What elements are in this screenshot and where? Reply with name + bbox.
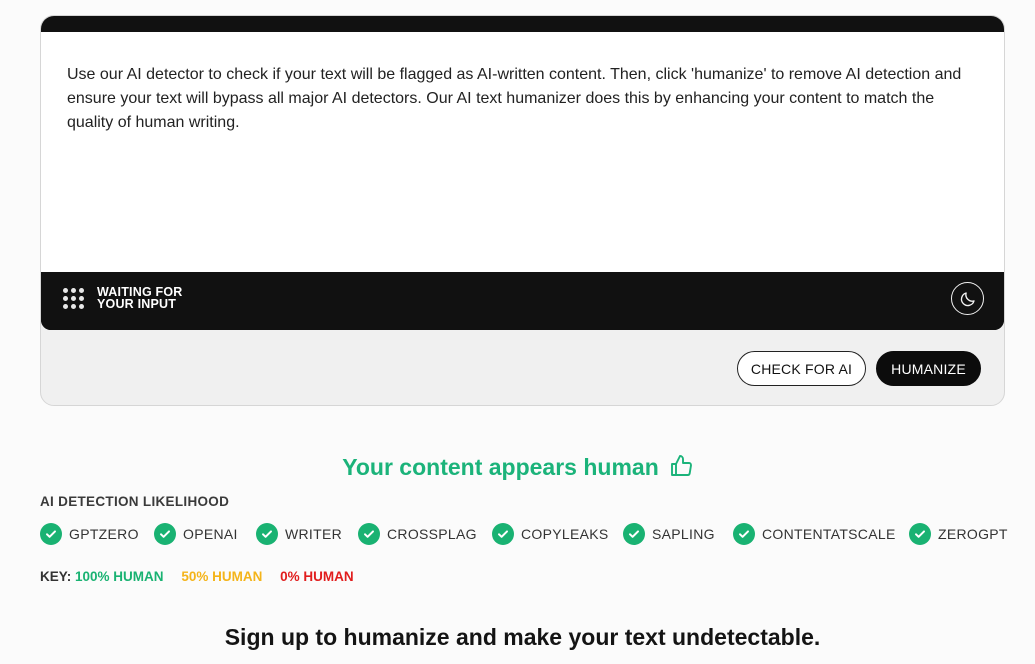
color-key: KEY: 100% HUMAN 50% HUMAN 0% HUMAN	[40, 569, 368, 584]
result-headline: Your content appears human	[0, 454, 1035, 481]
result-text: Your content appears human	[342, 454, 659, 480]
status-line-2: YOUR INPUT	[97, 297, 177, 311]
key-label: KEY:	[40, 569, 72, 584]
detector-openai: OPENAI	[154, 523, 238, 545]
detector-label: WRITER	[285, 526, 343, 542]
detector-label: GPTZERO	[69, 526, 139, 542]
key-100-human: 100% HUMAN	[75, 569, 164, 584]
key-0-human: 0% HUMAN	[280, 569, 354, 584]
thumbs-up-icon	[670, 455, 692, 476]
editor: Use our AI detector to check if your tex…	[41, 16, 1004, 330]
humanizer-panel: Use our AI detector to check if your tex…	[40, 15, 1005, 406]
detector-label: CONTENTATSCALE	[762, 526, 896, 542]
detector-writer: WRITER	[256, 523, 342, 545]
detector-copyleaks: COPYLEAKS	[492, 523, 609, 545]
signup-cta: Sign up to humanize and make your text u…	[224, 624, 821, 650]
check-for-ai-button[interactable]: CHECK FOR AI	[737, 351, 866, 386]
humanize-button[interactable]: HUMANIZE	[876, 351, 981, 386]
detector-zerogpt: ZEROGPT	[909, 523, 1008, 545]
detector-contentatscale: CONTENTATSCALE	[733, 523, 896, 545]
dark-mode-toggle[interactable]	[951, 282, 984, 315]
check-icon	[733, 523, 755, 545]
detector-label: COPYLEAKS	[521, 526, 609, 542]
check-icon	[909, 523, 931, 545]
check-icon	[358, 523, 380, 545]
check-icon	[40, 523, 62, 545]
detection-likelihood-title: AI DETECTION LIKELIHOOD	[40, 494, 230, 509]
check-icon	[154, 523, 176, 545]
check-icon	[492, 523, 514, 545]
detector-label: OPENAI	[183, 526, 238, 542]
detector-sapling: SAPLING	[623, 523, 715, 545]
loading-dots-icon	[63, 288, 85, 310]
check-icon	[256, 523, 278, 545]
editor-status-bar: WAITING FOR YOUR INPUT	[41, 272, 1004, 330]
status-text: WAITING FOR YOUR INPUT	[97, 286, 183, 311]
detector-label: ZEROGPT	[938, 526, 1008, 542]
text-input[interactable]: Use our AI detector to check if your tex…	[41, 32, 1004, 272]
detector-label: CROSSPLAG	[387, 526, 477, 542]
detector-crossplag: CROSSPLAG	[358, 523, 477, 545]
key-50-human: 50% HUMAN	[181, 569, 263, 584]
detector-list: GPTZERO OPENAI WRITER CROSSPLAG COPYLEAK…	[40, 523, 1010, 547]
detector-gptzero: GPTZERO	[40, 523, 139, 545]
check-icon	[623, 523, 645, 545]
detector-label: SAPLING	[652, 526, 715, 542]
moon-icon	[960, 291, 975, 306]
